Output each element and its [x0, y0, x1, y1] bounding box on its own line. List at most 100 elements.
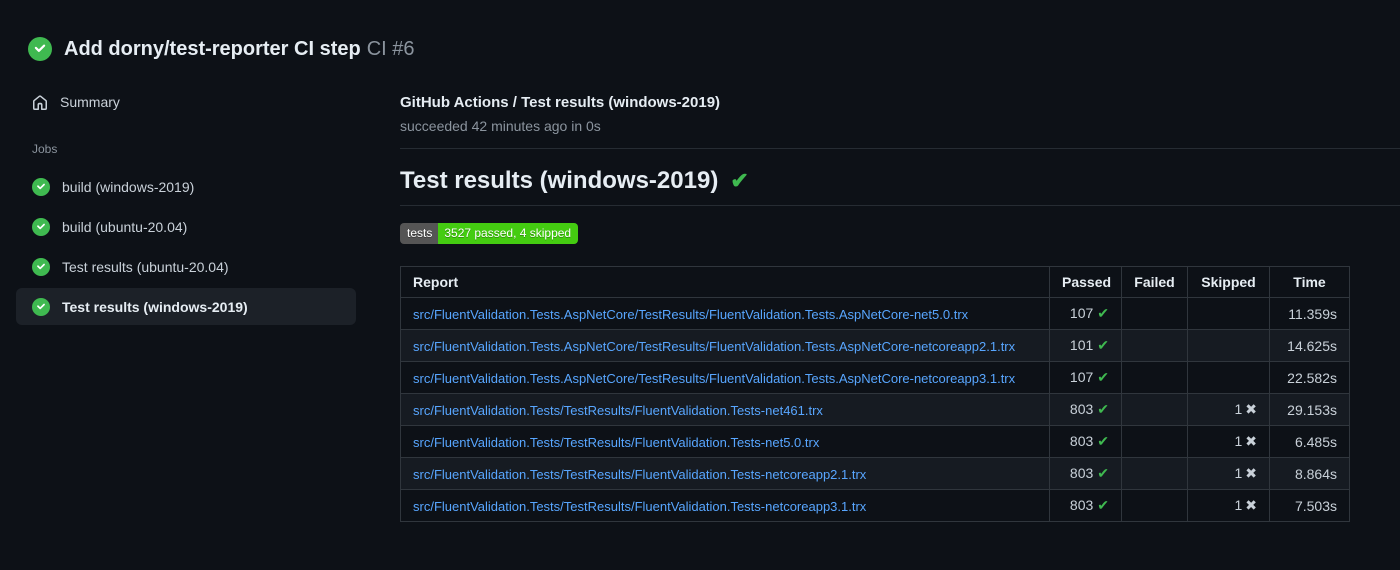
failed-cell [1121, 361, 1188, 394]
skipped-cell [1187, 329, 1270, 362]
passed-cell: 803 ✔ [1049, 425, 1122, 458]
passed-count: 803 [1069, 465, 1094, 481]
report-link[interactable]: src/FluentValidation.Tests.AspNetCore/Te… [413, 371, 1015, 386]
heading-check-icon: ✔ [730, 168, 749, 193]
report-cell: src/FluentValidation.Tests/TestResults/F… [400, 393, 1050, 426]
table-row: src/FluentValidation.Tests/TestResults/F… [400, 425, 1350, 458]
time-cell: 7.503s [1269, 489, 1350, 522]
skipped-cross-icon: ✖ [1245, 401, 1257, 417]
report-link[interactable]: src/FluentValidation.Tests/TestResults/F… [413, 403, 823, 418]
tests-badge: tests 3527 passed, 4 skipped [400, 223, 579, 244]
job-header-title: GitHub Actions / Test results (windows-2… [400, 94, 721, 111]
passed-check-icon: ✔ [1097, 369, 1109, 385]
passed-cell: 107 ✔ [1049, 361, 1122, 394]
report-cell: src/FluentValidation.Tests/TestResults/F… [400, 489, 1050, 522]
run-number: CI #6 [366, 37, 415, 60]
passed-count: 107 [1069, 305, 1094, 321]
failed-cell [1121, 297, 1188, 330]
report-link[interactable]: src/FluentValidation.Tests/TestResults/F… [413, 467, 866, 482]
skipped-cross-icon: ✖ [1245, 465, 1257, 481]
time-cell: 22.582s [1269, 361, 1350, 394]
skipped-cell: 1 ✖ [1187, 489, 1270, 522]
passed-check-icon: ✔ [1097, 401, 1109, 417]
job-item-label: build (windows-2019) [62, 178, 195, 195]
table-row: src/FluentValidation.Tests/TestResults/F… [400, 457, 1350, 490]
skipped-cell [1187, 361, 1270, 394]
sidebar-job-item[interactable]: Test results (windows-2019) [16, 288, 356, 325]
column-header: Failed [1121, 266, 1188, 298]
skipped-cell: 1 ✖ [1187, 425, 1270, 458]
skipped-cross-icon: ✖ [1245, 497, 1257, 513]
sidebar-item-summary[interactable]: Summary [16, 86, 356, 118]
column-header: Report [400, 266, 1050, 298]
jobs-section-label: Jobs [32, 142, 58, 156]
table-row: src/FluentValidation.Tests/TestResults/F… [400, 393, 1350, 426]
tests-badge-value: 3527 passed, 4 skipped [438, 223, 579, 244]
job-success-icon [32, 177, 50, 196]
report-heading-text: Test results (windows-2019) [400, 167, 719, 194]
run-title: Add dorny/test-reporter CI step [64, 37, 361, 60]
column-header: Passed [1049, 266, 1122, 298]
passed-check-icon: ✔ [1097, 497, 1109, 513]
report-cell: src/FluentValidation.Tests/TestResults/F… [400, 457, 1050, 490]
sidebar-job-item[interactable]: build (windows-2019) [16, 168, 356, 205]
skipped-cell [1187, 297, 1270, 330]
sidebar-job-item[interactable]: Test results (ubuntu-20.04) [16, 248, 356, 285]
test-results-table: Report Passed Failed Skipped Time src/Fluent… [400, 266, 1350, 522]
job-item-label: Test results (windows-2019) [62, 298, 248, 315]
failed-cell [1121, 329, 1188, 362]
column-header: Time [1269, 266, 1350, 298]
passed-cell: 803 ✔ [1049, 489, 1122, 522]
time-cell: 8.864s [1269, 457, 1350, 490]
report-heading: Test results (windows-2019) ✔ [400, 167, 1400, 206]
table-row: src/FluentValidation.Tests.AspNetCore/Te… [400, 329, 1350, 362]
failed-cell [1121, 457, 1188, 490]
passed-count: 803 [1069, 401, 1094, 417]
skipped-count: 1 [1234, 433, 1243, 449]
passed-cell: 101 ✔ [1049, 329, 1122, 362]
skipped-count: 1 [1234, 497, 1243, 513]
skipped-count: 1 [1234, 401, 1243, 417]
job-item-label: build (ubuntu-20.04) [62, 218, 188, 235]
time-cell: 29.153s [1269, 393, 1350, 426]
sidebar: Summary Jobs build (windows-2019) build (… [0, 74, 400, 328]
tests-badge-label: tests [400, 223, 439, 244]
failed-cell [1121, 489, 1188, 522]
sidebar-summary-label: Summary [60, 94, 120, 110]
report-link[interactable]: src/FluentValidation.Tests/TestResults/F… [413, 435, 819, 450]
table-row: src/FluentValidation.Tests.AspNetCore/Te… [400, 361, 1350, 394]
report-cell: src/FluentValidation.Tests.AspNetCore/Te… [400, 361, 1050, 394]
passed-check-icon: ✔ [1097, 433, 1109, 449]
passed-count: 803 [1069, 433, 1094, 449]
skipped-cross-icon: ✖ [1245, 433, 1257, 449]
report-link[interactable]: src/FluentValidation.Tests.AspNetCore/Te… [413, 307, 968, 322]
job-header: GitHub Actions / Test results (windows-2… [400, 94, 1400, 149]
job-success-icon [32, 257, 50, 276]
report-link[interactable]: src/FluentValidation.Tests.AspNetCore/Te… [413, 339, 1015, 354]
failed-cell [1121, 425, 1188, 458]
failed-cell [1121, 393, 1188, 426]
passed-cell: 803 ✔ [1049, 393, 1122, 426]
run-header: Add dorny/test-reporter CI step CI #6 [0, 0, 1400, 74]
job-success-icon [32, 297, 50, 316]
main-content: GitHub Actions / Test results (windows-2… [400, 74, 1400, 522]
passed-count: 101 [1069, 337, 1094, 353]
skipped-cell: 1 ✖ [1187, 457, 1270, 490]
time-cell: 6.485s [1269, 425, 1350, 458]
sidebar-job-item[interactable]: build (ubuntu-20.04) [16, 208, 356, 245]
report-link[interactable]: src/FluentValidation.Tests/TestResults/F… [413, 499, 866, 514]
job-success-icon [32, 217, 50, 236]
skipped-cell: 1 ✖ [1187, 393, 1270, 426]
time-cell: 11.359s [1269, 297, 1350, 330]
passed-check-icon: ✔ [1097, 305, 1109, 321]
passed-cell: 107 ✔ [1049, 297, 1122, 330]
home-icon [32, 94, 48, 110]
passed-count: 107 [1069, 369, 1094, 385]
job-status-line: succeeded 42 minutes ago in 0s [400, 118, 601, 134]
skipped-count: 1 [1234, 465, 1243, 481]
report-cell: src/FluentValidation.Tests.AspNetCore/Te… [400, 297, 1050, 330]
sidebar-jobs-list: build (windows-2019) build (ubuntu-20.04)… [16, 168, 356, 325]
job-item-label: Test results (ubuntu-20.04) [62, 258, 229, 275]
passed-count: 803 [1069, 497, 1094, 513]
table-row: src/FluentValidation.Tests/TestResults/F… [400, 489, 1350, 522]
